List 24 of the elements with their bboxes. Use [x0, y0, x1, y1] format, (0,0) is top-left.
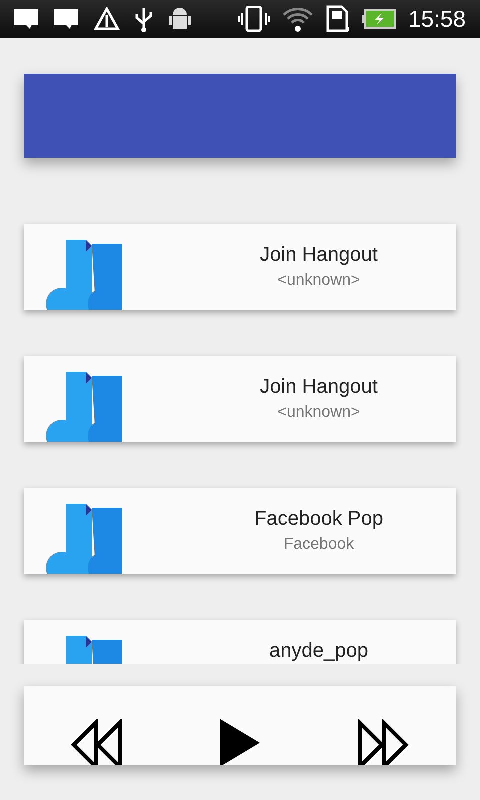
vibrate-icon	[238, 6, 270, 32]
song-artist: <unknown>	[278, 271, 360, 291]
chat-icon	[14, 9, 40, 29]
rewind-icon[interactable]	[70, 719, 124, 765]
sim-card-icon	[326, 5, 350, 33]
song-card[interactable]: anyde_pop	[24, 620, 456, 664]
song-card[interactable]: Join Hangout <unknown>	[24, 356, 456, 442]
android-icon	[168, 6, 192, 32]
song-title: Join Hangout	[260, 375, 378, 400]
fast-forward-icon[interactable]	[356, 719, 410, 765]
wifi-icon	[282, 6, 314, 32]
usb-icon	[134, 6, 154, 32]
battery-icon	[362, 9, 396, 29]
song-title: Facebook Pop	[254, 507, 384, 532]
song-card[interactable]: Join Hangout <unknown>	[24, 224, 456, 310]
warning-icon	[94, 7, 120, 31]
song-title: Join Hangout	[260, 243, 378, 268]
song-card[interactable]: Facebook Pop Facebook	[24, 488, 456, 574]
play-icon[interactable]	[218, 717, 262, 765]
clock-time: 15:58	[408, 8, 466, 30]
song-artist: <unknown>	[278, 403, 360, 423]
song-artist: Facebook	[284, 535, 354, 555]
chat-icon	[54, 9, 80, 29]
song-title: anyde_pop	[270, 639, 368, 664]
